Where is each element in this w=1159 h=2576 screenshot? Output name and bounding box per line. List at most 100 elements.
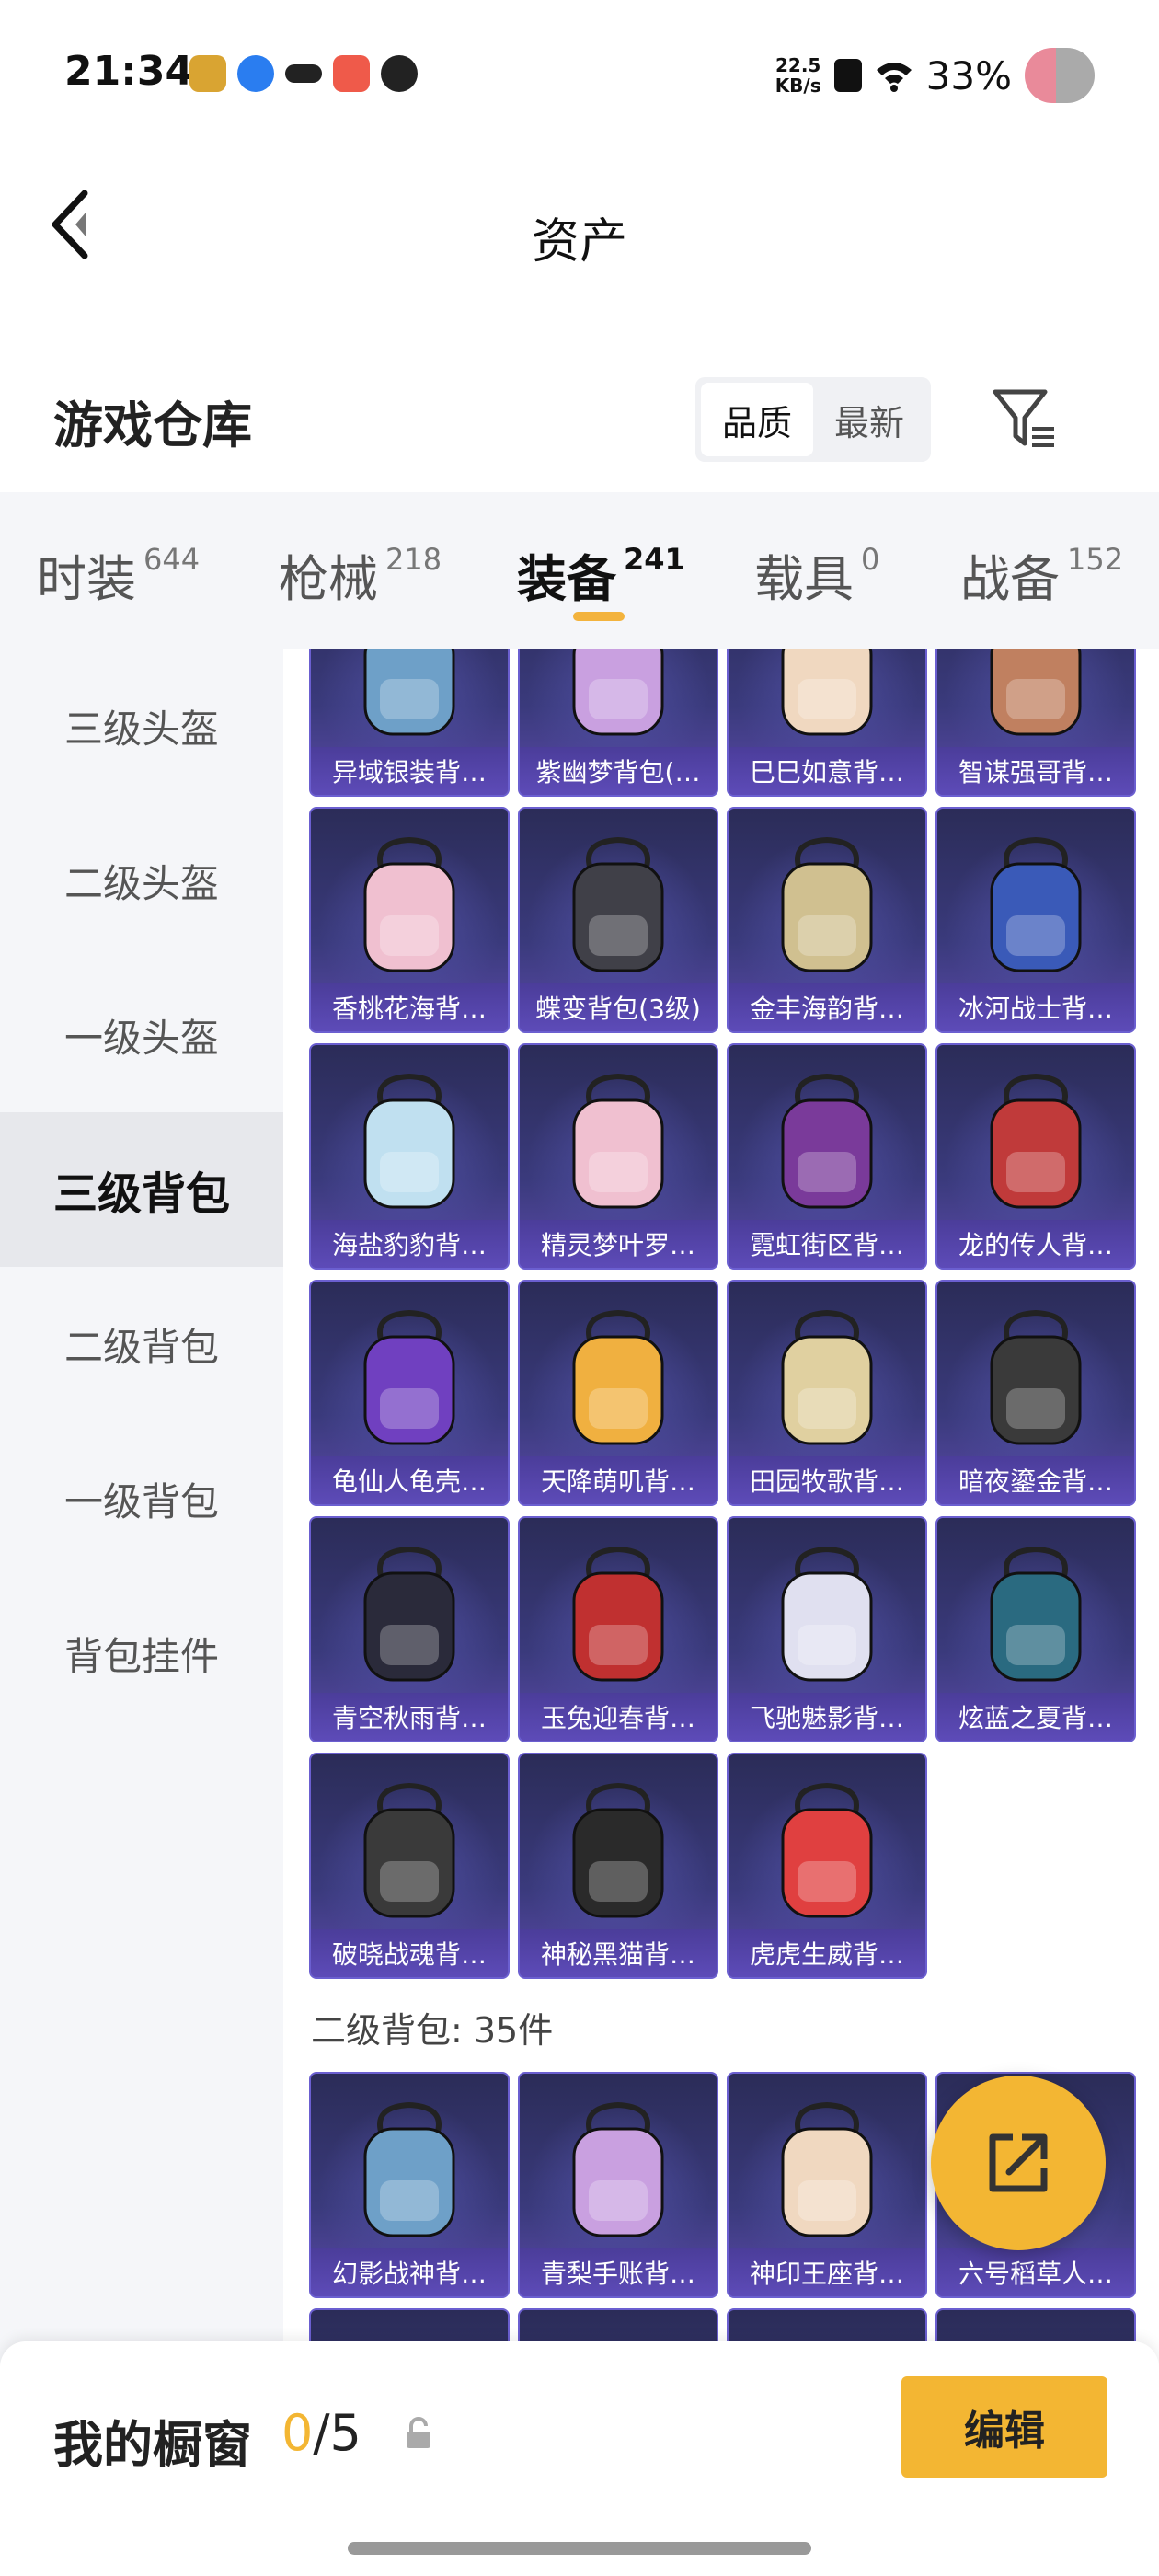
item-name: 金丰海韵背… <box>729 983 925 1031</box>
item-card[interactable]: 海盐豹豹背… <box>309 1043 510 1270</box>
item-card[interactable]: 天降萌叽背… <box>518 1280 718 1506</box>
page-title: 资产 <box>531 214 627 270</box>
battery-level: 33% <box>925 52 1012 98</box>
tab-firearms[interactable]: 枪械 218 <box>279 538 442 611</box>
showcase-title: 我的橱窗 <box>53 2416 252 2474</box>
sort-latest-button[interactable]: 最新 <box>813 383 925 456</box>
item-card[interactable]: 青梨手账背… <box>518 2072 718 2298</box>
item-name: 冰河战士背… <box>937 983 1134 1031</box>
item-card[interactable]: 田园牧歌背… <box>727 1280 927 1506</box>
item-card[interactable]: 玉兔迎春背… <box>518 1516 718 1742</box>
item-card[interactable]: 龟仙人龟壳… <box>309 1280 510 1506</box>
warehouse-title: 游戏仓库 <box>53 397 252 454</box>
showcase-count-current: 0 <box>281 2404 314 2462</box>
backpack-icon <box>781 1546 873 1682</box>
tab-label: 战备 <box>960 550 1060 608</box>
tab-vehicles[interactable]: 载具 0 <box>754 538 879 611</box>
item-name: 海盐豹豹背… <box>311 1220 508 1268</box>
share-icon <box>989 2133 1048 2192</box>
item-card[interactable]: 青空秋雨背… <box>309 1516 510 1742</box>
item-name: 青空秋雨背… <box>311 1693 508 1741</box>
item-name: 幻影战神背… <box>311 2248 508 2296</box>
filter-icon[interactable] <box>990 383 1060 453</box>
backpack-icon <box>363 2101 455 2237</box>
item-name: 智谋强哥背… <box>937 747 1134 795</box>
backpack-icon <box>990 1546 1082 1682</box>
item-card[interactable]: 幻影战神背… <box>309 2072 510 2298</box>
sidebar-item-level2-helmet[interactable]: 二级头盔 <box>0 803 283 958</box>
sort-quality-button[interactable]: 品质 <box>701 383 813 456</box>
item-name: 神印王座背… <box>729 2248 925 2296</box>
home-indicator[interactable] <box>348 2542 811 2555</box>
item-card[interactable]: 暗夜鎏金背… <box>935 1280 1136 1506</box>
backpack-icon <box>363 836 455 972</box>
backpack-icon <box>781 1309 873 1445</box>
item-card[interactable]: 巳巳如意背… <box>727 649 927 797</box>
item-card[interactable]: 神印王座背… <box>727 2072 927 2298</box>
backpack-icon <box>990 836 1082 972</box>
item-card[interactable]: 冰河战士背… <box>935 807 1136 1033</box>
sidebar: 三级头盔 二级头盔 一级头盔 三级背包 二级背包 一级背包 背包挂件 <box>0 649 283 2576</box>
tab-count: 0 <box>861 542 880 577</box>
item-name: 暗夜鎏金背… <box>937 1456 1134 1504</box>
sidebar-item-level1-helmet[interactable]: 一级头盔 <box>0 958 283 1112</box>
backpack-icon <box>781 1782 873 1918</box>
backpack-icon <box>363 1309 455 1445</box>
item-card[interactable]: 金丰海韵背… <box>727 807 927 1033</box>
backpack-icon <box>781 1073 873 1209</box>
item-card[interactable]: 霓虹街区背… <box>727 1043 927 1270</box>
item-card[interactable] <box>309 2308 510 2341</box>
item-name: 田园牧歌背… <box>729 1456 925 1504</box>
sidebar-item-level2-backpack[interactable]: 二级背包 <box>0 1267 283 1421</box>
drone-app-icon <box>285 64 322 83</box>
item-card[interactable] <box>935 2308 1136 2341</box>
tab-supplies[interactable]: 战备 152 <box>960 538 1123 611</box>
share-button[interactable] <box>931 2076 1106 2250</box>
item-card[interactable]: 智谋强哥背… <box>935 649 1136 797</box>
item-name: 精灵梦叶罗… <box>520 1220 717 1268</box>
item-name: 蝶变背包(3级) <box>520 983 717 1031</box>
category-tabs: 时装 644 枪械 218 装备 241 载具 0 战备 152 <box>0 492 1159 649</box>
status-right: 22.5 KB/s 33% <box>775 48 1095 103</box>
wifi-icon <box>876 63 912 92</box>
tab-count: 644 <box>143 542 201 577</box>
item-card[interactable] <box>518 2308 718 2341</box>
sidebar-item-level3-backpack[interactable]: 三级背包 <box>0 1112 283 1267</box>
tab-count: 241 <box>624 542 685 577</box>
item-name: 炫蓝之夏背… <box>937 1693 1134 1741</box>
edit-button[interactable]: 编辑 <box>901 2376 1107 2478</box>
backpack-icon <box>572 1782 664 1918</box>
tab-label: 枪械 <box>279 550 378 608</box>
tab-label: 载具 <box>754 550 854 608</box>
tab-fashion[interactable]: 时装 644 <box>37 538 200 611</box>
backpack-icon <box>572 1546 664 1682</box>
sidebar-item-level3-helmet[interactable]: 三级头盔 <box>0 649 283 803</box>
item-name: 龟仙人龟壳… <box>311 1456 508 1504</box>
item-name: 龙的传人背… <box>937 1220 1134 1268</box>
item-card[interactable]: 飞驰魅影背… <box>727 1516 927 1742</box>
avatar[interactable] <box>1025 48 1095 103</box>
item-name: 虎虎生威背… <box>729 1929 925 1977</box>
item-card[interactable]: 神秘黑猫背… <box>518 1753 718 1979</box>
item-card[interactable]: 龙的传人背… <box>935 1043 1136 1270</box>
backpack-icon <box>363 1546 455 1682</box>
item-card[interactable]: 炫蓝之夏背… <box>935 1516 1136 1742</box>
item-card[interactable]: 香桃花海背… <box>309 807 510 1033</box>
backpack-icon <box>572 836 664 972</box>
backpack-icon <box>572 2101 664 2237</box>
item-card[interactable]: 破晓战魂背… <box>309 1753 510 1979</box>
backpack-icon <box>781 836 873 972</box>
item-card[interactable]: 异域银装背… <box>309 649 510 797</box>
game-app-icon <box>189 55 226 92</box>
item-card[interactable]: 虎虎生威背… <box>727 1753 927 1979</box>
tab-equipment[interactable]: 装备 241 <box>517 538 685 611</box>
sidebar-item-backpack-charm[interactable]: 背包挂件 <box>0 1576 283 1731</box>
item-card[interactable]: 精灵梦叶罗… <box>518 1043 718 1270</box>
backpack-icon <box>572 1309 664 1445</box>
tab-label: 时装 <box>37 550 136 608</box>
sidebar-item-level1-backpack[interactable]: 一级背包 <box>0 1421 283 1576</box>
item-card[interactable]: 蝶变背包(3级) <box>518 807 718 1033</box>
item-card[interactable] <box>727 2308 927 2341</box>
lock-icon <box>407 2417 430 2448</box>
item-card[interactable]: 紫幽梦背包(… <box>518 649 718 797</box>
